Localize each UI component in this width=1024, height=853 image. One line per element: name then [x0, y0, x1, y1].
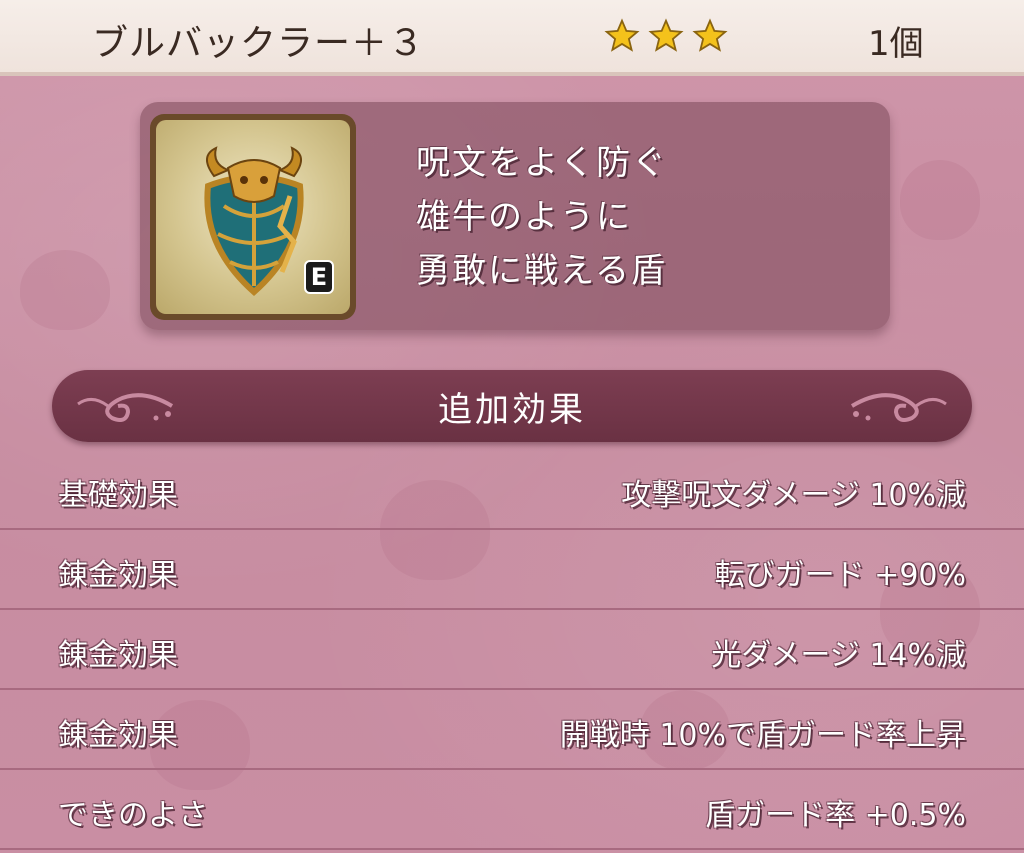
rarity-stars: [604, 18, 728, 54]
equipped-badge: E: [304, 260, 334, 294]
slime-pattern: [20, 250, 110, 330]
effect-label: できのよさ: [58, 798, 208, 833]
additional-effects-header: 追加効果: [52, 370, 972, 442]
item-icon-background: E: [156, 120, 350, 314]
effect-label: 基礎効果: [58, 478, 178, 513]
effect-row: 錬金効果 光ダメージ 14%減: [0, 612, 1024, 690]
description-line: 呪文をよく防ぐ: [416, 143, 668, 183]
star-icon: [604, 18, 640, 52]
effect-value: 開戦時 10%で盾ガード率上昇: [559, 718, 966, 753]
effect-row: 錬金効果 開戦時 10%で盾ガード率上昇: [0, 692, 1024, 770]
star-icon: [692, 18, 728, 52]
effect-value: 転びガード +90%: [714, 558, 966, 593]
star-icon: [648, 18, 684, 52]
effect-value: 光ダメージ 14%減: [711, 638, 966, 673]
item-name: ブルバックラー＋３: [92, 23, 426, 64]
bull-shield-icon: [204, 146, 304, 296]
effect-value: 盾ガード率 +0.5%: [705, 798, 966, 833]
slime-pattern: [900, 160, 980, 240]
section-title: 追加効果: [438, 390, 586, 430]
effect-label: 錬金効果: [58, 718, 178, 753]
description-line: 雄牛のように: [416, 197, 632, 237]
effect-row: 錬金効果 転びガード +90%: [0, 532, 1024, 610]
effect-label: 錬金効果: [58, 638, 178, 673]
item-icon-frame[interactable]: E: [150, 114, 356, 320]
effect-label: 錬金効果: [58, 558, 178, 593]
effect-row: できのよさ 盾ガード率 +0.5%: [0, 772, 1024, 850]
right-ornament-icon: [850, 393, 947, 422]
description-line: 勇敢に戦える盾: [416, 251, 667, 291]
effect-value: 攻撃呪文ダメージ 10%減: [621, 478, 966, 513]
item-header: ブルバックラー＋３ 1個: [0, 0, 1024, 76]
item-description: 呪文をよく防ぐ 雄牛のように 勇敢に戦える盾: [416, 136, 668, 298]
item-count: 1個: [868, 24, 924, 64]
effect-row: 基礎効果 攻撃呪文ダメージ 10%減: [0, 452, 1024, 530]
